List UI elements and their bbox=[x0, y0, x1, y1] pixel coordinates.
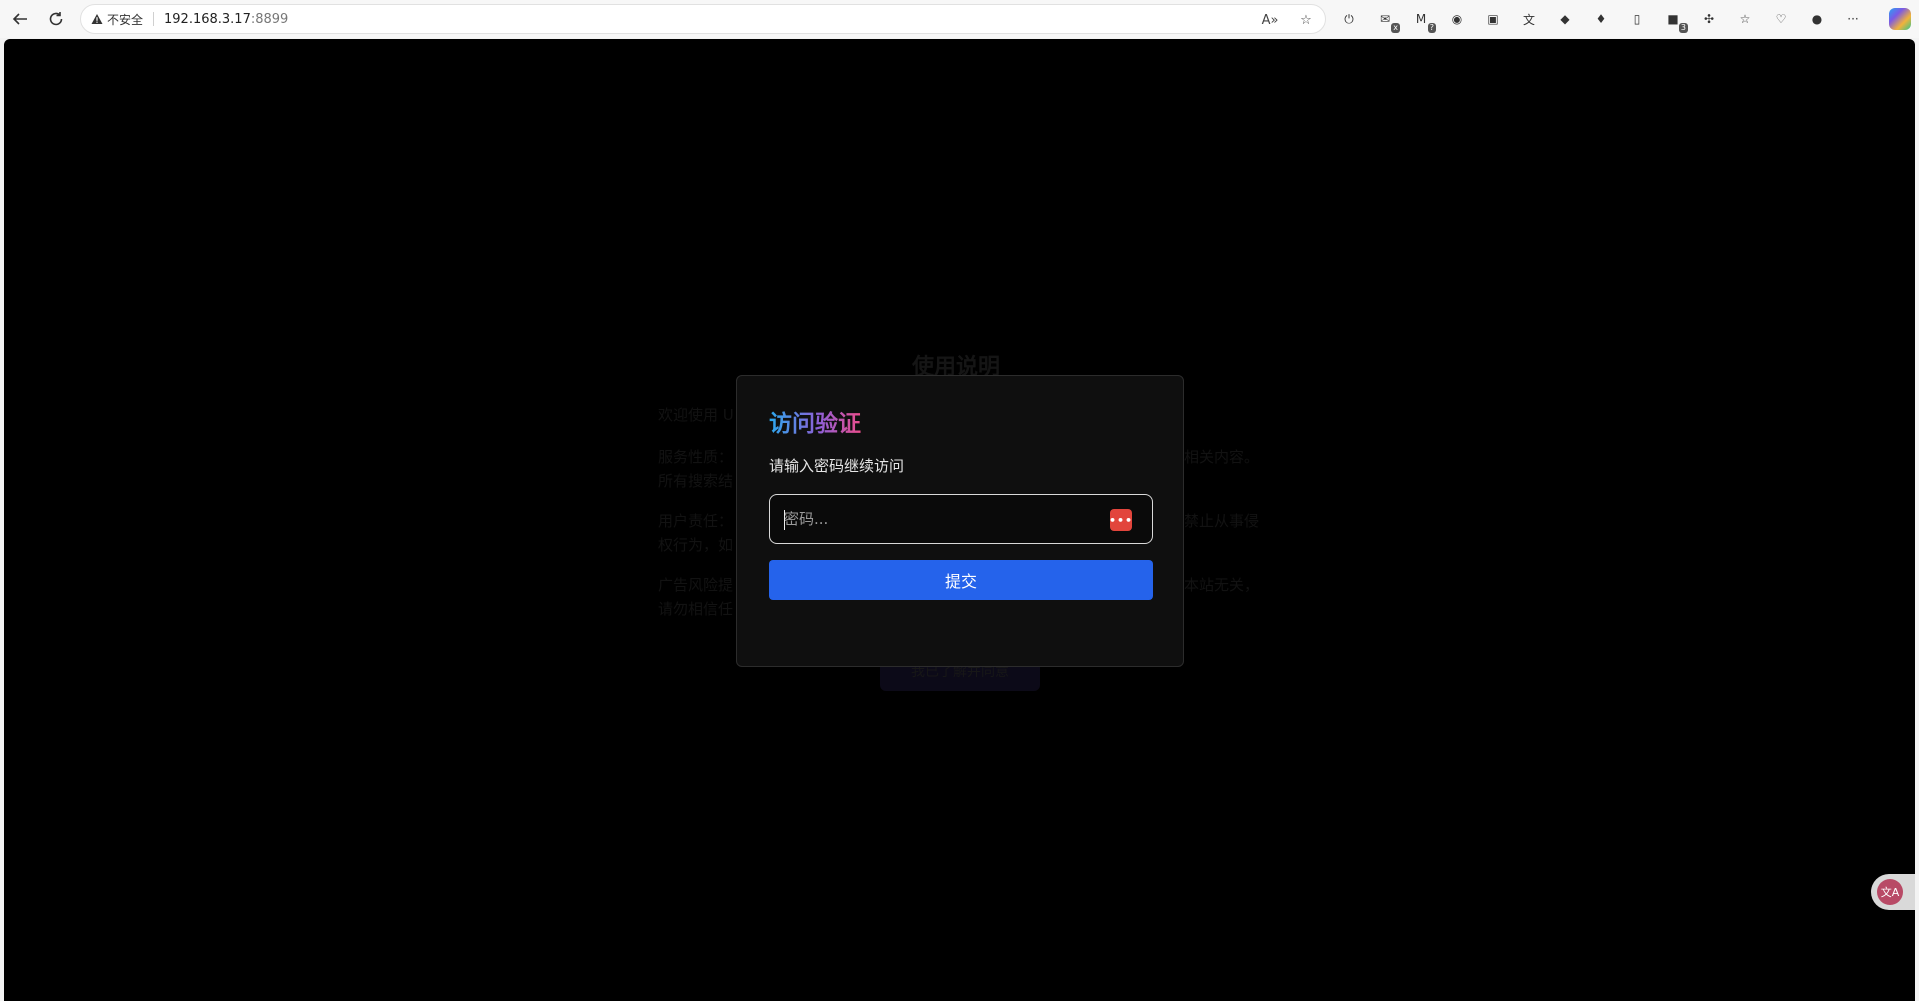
cookie-icon-glyph: ◉ bbox=[1451, 12, 1463, 26]
bg-paragraph: 广告风险提 bbox=[658, 576, 734, 594]
submit-button[interactable]: 提交 bbox=[769, 560, 1153, 600]
back-arrow-icon bbox=[12, 13, 27, 25]
back-button[interactable] bbox=[4, 3, 36, 35]
translate-ext-icon[interactable]: 文 bbox=[1518, 8, 1540, 30]
translate-float-widget[interactable]: 文A bbox=[1871, 874, 1915, 910]
bg-paragraph: 请勿相信任 bbox=[658, 600, 734, 618]
extensions-bar: ⏻ ✉ x M? ◉ ▣ 文 ◆ ♦ ▯ ■ 3 ✣ ☆ ♡ ● ··· bbox=[1338, 8, 1864, 33]
profile-avatar-icon-glyph: ● bbox=[1811, 12, 1823, 26]
reload-button[interactable] bbox=[40, 3, 72, 35]
puzzle-icon[interactable]: ✣ bbox=[1698, 8, 1720, 30]
bg-paragraph-fragment: 本站无关， bbox=[1184, 576, 1260, 594]
puzzle-icon-glyph: ✣ bbox=[1703, 12, 1715, 26]
security-warning[interactable]: 不安全 bbox=[91, 11, 143, 28]
bg-paragraph: 权行为，如 bbox=[658, 536, 734, 554]
favorites-icon[interactable]: ☆ bbox=[1734, 8, 1756, 30]
security-label: 不安全 bbox=[107, 12, 144, 27]
bilibili-icon[interactable]: ▣ bbox=[1482, 8, 1504, 30]
modal-subtitle: 请输入密码继续访问 bbox=[769, 457, 905, 475]
red-ext-icon-glyph: ■ bbox=[1667, 12, 1679, 26]
mail-x-icon-glyph: ✉ bbox=[1379, 12, 1391, 26]
more-menu-icon[interactable]: ··· bbox=[1842, 8, 1864, 30]
crystal-icon-glyph: ♦ bbox=[1595, 12, 1607, 26]
mouse-icon[interactable]: ▯ bbox=[1626, 8, 1648, 30]
power-icon-glyph: ⏻ bbox=[1344, 11, 1354, 26]
warning-triangle-icon bbox=[91, 14, 103, 24]
password-field-wrapper: ••• bbox=[769, 494, 1153, 544]
text-caret bbox=[784, 510, 785, 530]
extension-badge: x bbox=[1391, 23, 1400, 33]
bilibili-icon-glyph: ▣ bbox=[1487, 12, 1499, 26]
bg-paragraph: 服务性质： bbox=[658, 448, 734, 466]
crystal-icon[interactable]: ♦ bbox=[1590, 8, 1612, 30]
gmail-icon-glyph: M bbox=[1415, 12, 1427, 26]
translate-ext-icon-glyph: 文 bbox=[1522, 12, 1535, 27]
extension-badge: ? bbox=[1427, 23, 1436, 33]
favorites-icon-glyph: ☆ bbox=[1739, 12, 1751, 26]
gmail-icon[interactable]: M? bbox=[1410, 8, 1436, 33]
bg-paragraph-fragment: 相关内容。 bbox=[1184, 448, 1260, 466]
password-manager-icon[interactable]: ••• bbox=[1109, 509, 1132, 531]
url-host: 192.168.3.17 bbox=[164, 11, 251, 27]
address-divider bbox=[153, 12, 155, 26]
page-viewport: 使用说明 欢迎使用 U 服务性质： 所有搜索结 用户责任： 权行为，如 广告风险… bbox=[4, 39, 1915, 1001]
globe-ext-icon[interactable]: ◆ bbox=[1554, 8, 1576, 30]
cookie-icon[interactable]: ◉ bbox=[1446, 8, 1468, 30]
url-port: :8899 bbox=[250, 11, 289, 27]
globe-ext-icon-glyph: ◆ bbox=[1560, 12, 1570, 26]
address-bar[interactable]: 不安全 192.168.3.17:8899 A» ☆ bbox=[80, 4, 1326, 34]
red-ext-icon[interactable]: ■ 3 bbox=[1662, 8, 1688, 33]
bg-paragraph-fragment: 禁止从事侵 bbox=[1184, 512, 1260, 530]
bg-paragraph: 欢迎使用 U bbox=[658, 406, 734, 424]
profile-avatar-icon[interactable]: ● bbox=[1806, 8, 1828, 30]
modal-title: 访问验证 bbox=[769, 408, 861, 440]
more-menu-icon-glyph: ··· bbox=[1847, 12, 1859, 26]
password-input[interactable] bbox=[770, 495, 1152, 543]
browser-toolbar: 不安全 192.168.3.17:8899 A» ☆ ⏻ ✉ x M? ◉ ▣ 文 ◆ ♦ ▯ ■ 3… bbox=[0, 0, 1919, 38]
read-aloud-icon[interactable]: A» bbox=[1261, 11, 1279, 29]
favorite-star-icon[interactable]: ☆ bbox=[1297, 11, 1315, 29]
translate-icon: 文A bbox=[1877, 879, 1903, 905]
mouse-icon-glyph: ▯ bbox=[1633, 12, 1641, 26]
extension-badge: 3 bbox=[1678, 23, 1688, 33]
bg-paragraph: 用户责任： bbox=[658, 512, 734, 530]
copilot-icon[interactable] bbox=[1889, 8, 1911, 30]
reload-icon bbox=[49, 12, 63, 26]
power-icon[interactable]: ⏻ bbox=[1338, 8, 1360, 30]
mail-x-icon[interactable]: ✉ x bbox=[1374, 8, 1400, 33]
bg-paragraph: 所有搜索结 bbox=[658, 472, 734, 490]
health-icon[interactable]: ♡ bbox=[1770, 8, 1792, 30]
health-icon-glyph: ♡ bbox=[1775, 12, 1787, 26]
access-verification-modal: 访问验证 请输入密码继续访问 ••• 提交 bbox=[736, 375, 1184, 667]
